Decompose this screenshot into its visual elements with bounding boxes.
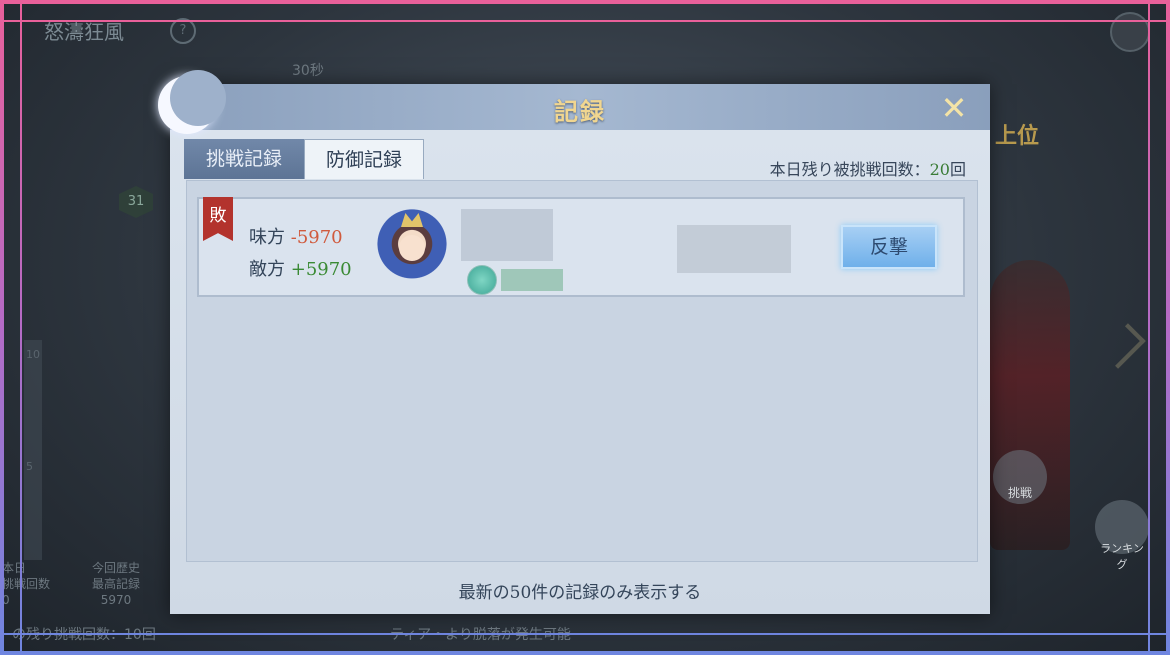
crown-icon bbox=[401, 213, 423, 227]
enemy-score: +5970 bbox=[290, 259, 352, 280]
ally-score-line: 味方 -5970 bbox=[249, 223, 343, 249]
result-badge: 敗 bbox=[203, 197, 233, 241]
remaining-count: 20 bbox=[929, 160, 950, 179]
event-title: 怒濤狂風 bbox=[44, 20, 124, 44]
footer-note: 最新の50件の記録のみ表示する bbox=[458, 583, 702, 603]
counterattack-button[interactable]: 反撃 bbox=[841, 225, 937, 269]
level-badge: 31 bbox=[119, 186, 153, 218]
opponent-power-redacted bbox=[677, 225, 791, 273]
guild-emblem-icon bbox=[467, 265, 497, 295]
today-attempts-line: 0 bbox=[2, 593, 10, 607]
best-record-line: 5970 bbox=[100, 593, 132, 607]
records-dialog: 記録 ✕ 挑戦記録 防御記録 本日残り被挑戦回数：20回 敗 味方 -5970 … bbox=[158, 70, 990, 614]
challenge-label: 挑戦 bbox=[1007, 486, 1032, 500]
best-record: 今回歴史 最高記録 5970 bbox=[92, 560, 140, 608]
rank-label: 上位 bbox=[995, 123, 1040, 149]
dialog-header: 記録 ✕ bbox=[158, 70, 990, 134]
remaining-label: 本日残り被挑戦回数： bbox=[769, 160, 930, 179]
enemy-score-line: 敵方 +5970 bbox=[249, 255, 352, 281]
ally-label: 味方 bbox=[249, 227, 285, 248]
tab-bar: 挑戦記録 防御記録 bbox=[184, 139, 424, 179]
chevron-right-icon[interactable] bbox=[1100, 323, 1146, 369]
best-record-line: 今回歴史 bbox=[92, 561, 141, 575]
list-item: 敗 味方 -5970 敵方 +5970 反撃 bbox=[197, 197, 965, 297]
opponent-name-redacted bbox=[461, 209, 553, 261]
avatar[interactable] bbox=[377, 207, 447, 289]
today-attempts: 本日 挑戦回数 0 bbox=[2, 560, 50, 608]
remaining-challenged-count: 本日残り被挑戦回数：20回 bbox=[770, 156, 966, 180]
today-attempts-line: 挑戦回数 bbox=[2, 577, 51, 591]
side-panel bbox=[24, 340, 42, 560]
tab-defense-records[interactable]: 防御記録 bbox=[304, 139, 424, 179]
avatar-face bbox=[399, 235, 425, 261]
timer-text: 30秒 bbox=[292, 63, 324, 79]
close-icon[interactable]: ✕ bbox=[934, 88, 974, 128]
tier-notice-text: ティア・より脱落が発生可能 bbox=[390, 627, 571, 643]
opponent-guild-redacted bbox=[501, 269, 563, 291]
tab-challenge-records[interactable]: 挑戦記録 bbox=[184, 139, 304, 179]
plus-icon[interactable] bbox=[1110, 12, 1150, 52]
enemy-label: 敵方 bbox=[249, 259, 285, 280]
remaining-unit: 回 bbox=[949, 160, 966, 179]
best-record-line: 最高記録 bbox=[92, 577, 141, 591]
today-attempts-line: 本日 bbox=[2, 561, 27, 575]
ally-score: -5970 bbox=[290, 227, 343, 248]
character-figure bbox=[990, 260, 1070, 550]
challenge-button[interactable]: 挑戦 bbox=[993, 450, 1047, 504]
records-list: 敗 味方 -5970 敵方 +5970 反撃 bbox=[186, 180, 978, 562]
remaining-attempts-text: の残り挑戦回数：10回 bbox=[12, 627, 156, 643]
dialog-title: 記録 bbox=[554, 97, 606, 126]
ranking-button[interactable]: ランキング bbox=[1095, 500, 1149, 571]
question-icon[interactable]: ? bbox=[170, 18, 196, 44]
ranking-label: ランキング bbox=[1100, 542, 1144, 571]
